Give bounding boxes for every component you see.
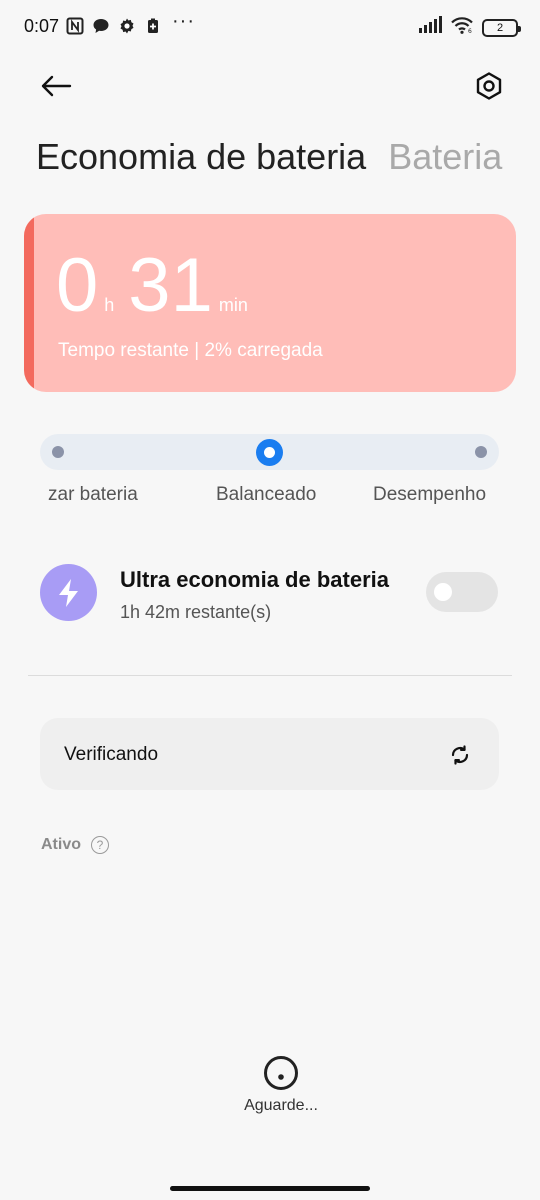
settings-hexagon-icon [476,72,502,100]
ultra-saver-toggle[interactable] [426,572,498,612]
settings-button[interactable] [470,68,508,104]
battery-level: 2 [496,21,504,34]
checking-card[interactable]: Verificando [40,718,499,790]
slider-stop-performance[interactable] [475,446,487,458]
battery-saver-icon [144,17,162,35]
gear-icon [118,17,136,35]
help-icon[interactable]: ? [91,836,109,854]
power-mode-slider[interactable] [40,434,499,470]
slider-knob[interactable] [256,439,283,466]
mode-label-performance[interactable]: Desempenho [373,484,486,506]
svg-text:6: 6 [468,28,472,34]
card-accent-bar [24,214,34,392]
loading-spinner-icon [264,1056,298,1090]
tab-battery[interactable]: Bateria [388,136,502,178]
tab-battery-saver[interactable]: Economia de bateria [36,136,366,178]
minutes-unit: min [218,295,248,315]
tab-bar: Economia de bateria Bateria [36,136,540,186]
status-left-icons [66,17,162,35]
status-time: 0:07 [24,16,60,36]
hours-unit: h [104,295,115,315]
mode-label-balanced[interactable]: Balanceado [216,484,316,506]
back-arrow-icon [41,75,72,97]
status-bar: 0:07 ··· 6 2 [0,0,540,56]
ultra-saver-subtitle: 1h 42m restante(s) [120,602,272,622]
wait-label: Aguarde... [244,1097,318,1114]
active-label: Ativo [41,836,81,853]
slider-stop-saver[interactable] [52,446,64,458]
home-indicator[interactable] [170,1186,370,1191]
mode-label-saver[interactable]: zar bateria [48,484,138,506]
back-button[interactable] [36,68,76,104]
refresh-icon[interactable] [448,743,472,767]
battery-icon: 2 [482,18,521,37]
status-right-icons: 6 2 [418,16,521,39]
signal-icon [418,16,442,39]
status-more-icon: ··· [172,10,195,32]
minutes-value: 31 [128,243,213,328]
active-section-header: Ativo ? [41,836,109,854]
wifi-icon: 6 [450,16,474,39]
ultra-saver-row[interactable]: Ultra economia de bateria 1h 42m restant… [40,562,500,626]
chat-bubble-icon [92,17,110,35]
ultra-saver-title: Ultra economia de bateria [120,567,389,592]
remaining-time: 0 h 31 min [56,248,262,324]
nfc-icon [66,17,84,35]
toggle-thumb [434,583,452,601]
divider [28,675,512,676]
lightning-icon [40,564,97,621]
checking-label: Verificando [64,744,159,765]
card-subtitle: Tempo restante | 2% carregada [58,340,323,361]
hours-value: 0 [56,243,99,328]
battery-time-card: 0 h 31 min Tempo restante | 2% carregada [24,214,516,392]
